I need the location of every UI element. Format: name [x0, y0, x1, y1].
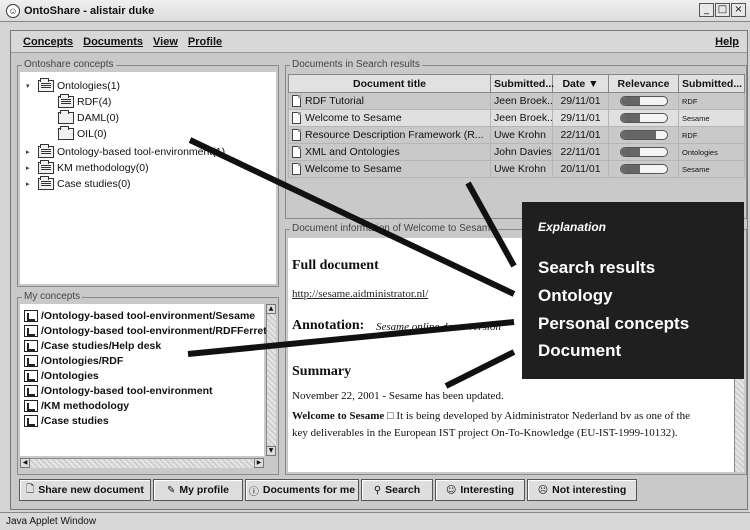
callout-lines [187, 137, 517, 389]
callout-line-ontology [188, 137, 516, 297]
callout-line-personal-concepts [187, 319, 515, 357]
callout-line-search-results [465, 181, 517, 268]
callout-line-document [444, 349, 516, 389]
